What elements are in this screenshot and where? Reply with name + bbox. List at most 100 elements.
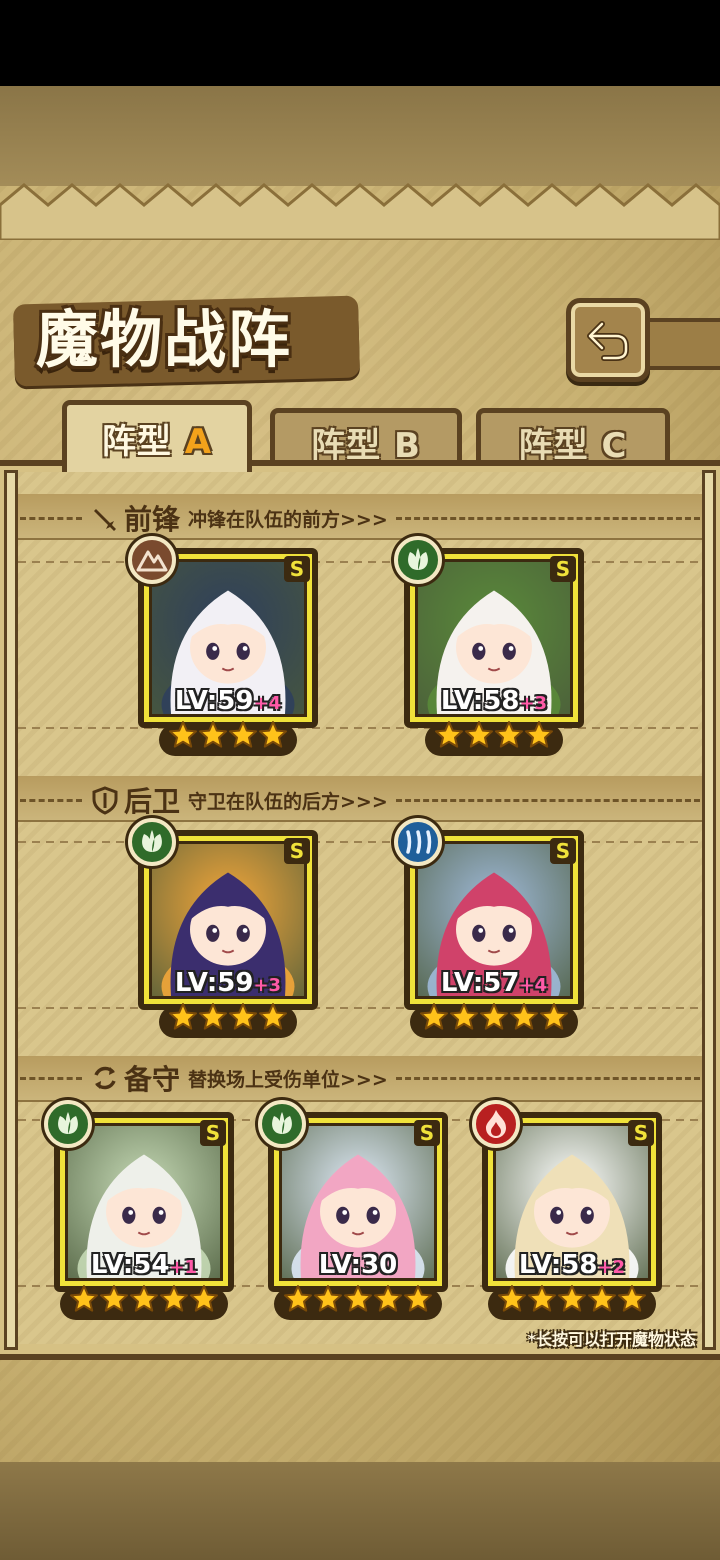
leaf-icon	[142, 830, 162, 852]
element-badge	[128, 536, 176, 584]
rarity-badge: S	[414, 1120, 440, 1146]
leaf-icon	[58, 1112, 78, 1134]
rarity-badge: S	[200, 1120, 226, 1146]
unit-level-value: LV:58	[440, 686, 520, 716]
star-icon	[344, 1285, 372, 1312]
star-rating	[54, 1284, 234, 1320]
unit-level: LV:59+4	[138, 686, 318, 716]
unit-level-value: LV:30	[318, 1250, 398, 1280]
element-badge	[472, 1100, 520, 1148]
panel-rail-right	[702, 470, 716, 1350]
star-icon	[510, 1003, 538, 1030]
zigzag-border	[0, 183, 720, 240]
map-bottom-strip	[0, 1462, 720, 1560]
star-icon	[284, 1285, 312, 1312]
star-rating	[404, 720, 584, 756]
star-rating	[268, 1284, 448, 1320]
back-arrow-icon	[587, 321, 629, 361]
star-icon	[404, 1285, 432, 1312]
unit-level-value: LV:58	[518, 1250, 598, 1280]
star-icon	[618, 1285, 646, 1312]
rarity-badge: S	[284, 838, 310, 864]
back-button[interactable]	[566, 298, 650, 382]
tab-formation-a[interactable]: 阵型 A	[62, 400, 252, 472]
unit-level-bonus: +4	[519, 975, 548, 996]
unit-level: LV:54+1	[54, 1250, 234, 1280]
status-bar	[0, 0, 720, 86]
section-title-front: 前锋	[124, 503, 181, 536]
back-button-strip	[646, 318, 720, 370]
sword-icon	[94, 509, 116, 531]
unit-level-value: LV:57	[440, 968, 520, 998]
unit-level: LV:59+3	[138, 968, 318, 998]
star-icon	[528, 1285, 556, 1312]
rarity-badge: S	[628, 1120, 654, 1146]
unit-level-bonus: +1	[169, 1257, 198, 1278]
star-icon	[190, 1285, 218, 1312]
leaf-icon	[408, 548, 428, 570]
unit-level-bonus: +3	[519, 693, 548, 714]
star-icon	[465, 721, 493, 748]
star-icon	[70, 1285, 98, 1312]
dash-divider	[395, 516, 700, 520]
unit-level-bonus: +3	[253, 975, 282, 996]
tab-formation-a-label: 阵型 A	[102, 414, 212, 463]
fire-icon	[486, 1110, 506, 1138]
unit-level: LV:57+4	[404, 968, 584, 998]
panel-rail-left	[4, 470, 18, 1350]
rarity-badge: S	[284, 556, 310, 582]
tab-a-letter: A	[184, 422, 213, 462]
earth-icon	[136, 550, 168, 572]
unit-card[interactable]: S LV:54+1	[44, 1100, 234, 1320]
star-icon	[169, 1003, 197, 1030]
unit-card[interactable]: S LV:58+3	[394, 536, 584, 756]
unit-level-value: LV:59	[174, 686, 254, 716]
element-badge	[128, 818, 176, 866]
unit-card[interactable]: S LV:59+4	[128, 536, 318, 756]
long-press-hint: *长按可以打开魔物状态	[527, 1330, 696, 1349]
unit-level: LV:58+3	[404, 686, 584, 716]
star-icon	[450, 1003, 478, 1030]
star-icon	[480, 1003, 508, 1030]
unit-card[interactable]: S LV:30	[258, 1100, 448, 1320]
star-icon	[495, 721, 523, 748]
unit-card[interactable]: S LV:58+2	[472, 1100, 662, 1320]
section-desc-front: 冲锋在队伍的前方>>>	[188, 508, 388, 531]
star-rating	[404, 1002, 584, 1038]
star-icon	[229, 1003, 257, 1030]
star-icon	[259, 1003, 287, 1030]
star-icon	[435, 721, 463, 748]
rarity-badge: S	[550, 838, 576, 864]
star-icon	[100, 1285, 128, 1312]
unit-level: LV:30	[268, 1250, 448, 1280]
unit-card[interactable]: S LV:59+3	[128, 818, 318, 1038]
element-badge	[44, 1100, 92, 1148]
star-icon	[229, 721, 257, 748]
map-top-strip	[0, 86, 720, 186]
star-rating	[138, 720, 318, 756]
star-rating	[482, 1284, 662, 1320]
star-icon	[540, 1003, 568, 1030]
page-title: 魔物战阵	[36, 303, 293, 376]
element-badge	[394, 818, 442, 866]
star-icon	[160, 1285, 188, 1312]
rarity-badge: S	[550, 556, 576, 582]
star-icon	[314, 1285, 342, 1312]
star-icon	[169, 721, 197, 748]
unit-card[interactable]: S LV:57+4	[394, 818, 584, 1038]
star-icon	[199, 721, 227, 748]
tab-a-prefix: 阵型	[101, 422, 172, 462]
unit-level-bonus: +4	[253, 693, 282, 714]
star-icon	[199, 1003, 227, 1030]
star-icon	[525, 721, 553, 748]
unit-level-value: LV:59	[174, 968, 254, 998]
star-icon	[259, 721, 287, 748]
leaf-icon	[272, 1112, 292, 1134]
element-badge	[258, 1100, 306, 1148]
star-icon	[130, 1285, 158, 1312]
element-badge	[394, 536, 442, 584]
water-icon	[406, 830, 432, 854]
star-icon	[498, 1285, 526, 1312]
section-header-front: 前锋 冲锋在队伍的前方>>>	[20, 496, 700, 540]
unit-level-value: LV:54	[90, 1250, 170, 1280]
